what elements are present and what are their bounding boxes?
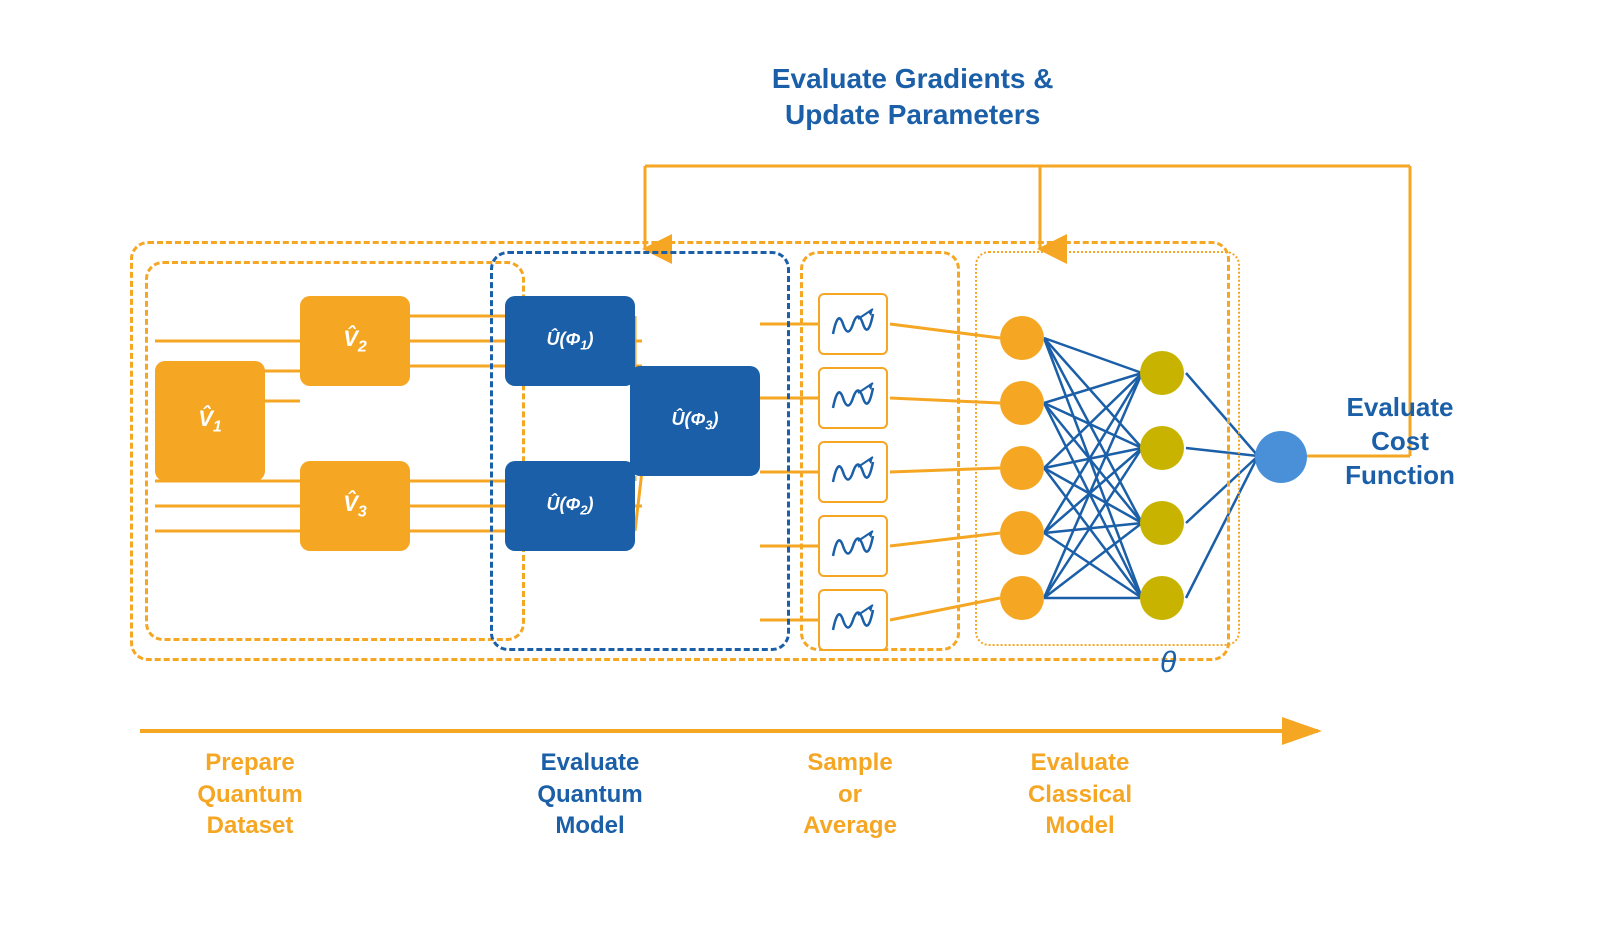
label-sample-or-average: SampleorAverage — [780, 747, 920, 841]
nn-final-node — [1255, 431, 1307, 483]
nn-input-node-2 — [1000, 381, 1044, 425]
theta-label: θ — [1160, 646, 1176, 680]
measurement-3 — [818, 441, 888, 503]
nn-input-node-4 — [1000, 511, 1044, 555]
measurement-1 — [818, 293, 888, 355]
measurement-2 — [818, 367, 888, 429]
gate-v1: V̂1 — [155, 361, 265, 481]
measurement-5 — [818, 589, 888, 651]
gate-u3: Û(Φ3) — [630, 366, 760, 476]
measurement-4 — [818, 515, 888, 577]
label-evaluate-quantum-model: EvaluateQuantumModel — [490, 747, 690, 841]
top-label: Evaluate Gradients & Update Parameters — [772, 61, 1054, 134]
nn-input-node-1 — [1000, 316, 1044, 360]
label-prepare-quantum-dataset: PrepareQuantumDataset — [140, 747, 360, 841]
gate-v3: V̂3 — [300, 461, 410, 551]
gate-v2: V̂2 — [300, 296, 410, 386]
nn-output-node-3 — [1140, 501, 1184, 545]
diagram-container: Evaluate Gradients & Update Parameters V… — [100, 51, 1500, 901]
nn-output-node-2 — [1140, 426, 1184, 470]
nn-output-node-1 — [1140, 351, 1184, 395]
label-evaluate-classical-model: EvaluateClassicalModel — [970, 747, 1190, 841]
nn-output-node-4 — [1140, 576, 1184, 620]
gate-u2: Û(Φ2) — [505, 461, 635, 551]
nn-input-node-5 — [1000, 576, 1044, 620]
gate-u1: Û(Φ1) — [505, 296, 635, 386]
cost-function-label: Evaluate Cost Function — [1320, 391, 1480, 492]
nn-input-node-3 — [1000, 446, 1044, 490]
